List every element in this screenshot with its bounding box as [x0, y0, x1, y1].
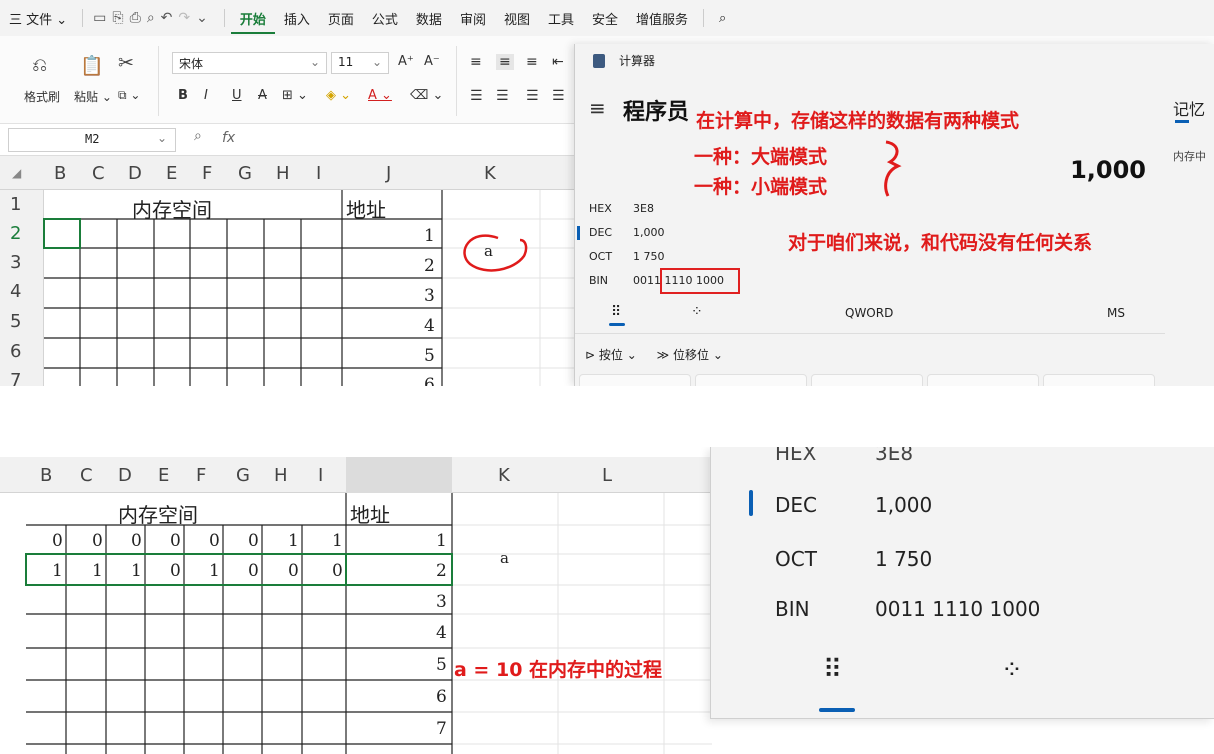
bit-cell[interactable]: 1: [332, 531, 343, 551]
tab-security[interactable]: 安全: [583, 9, 627, 28]
bit-cell[interactable]: 0: [248, 531, 259, 551]
bit-cell[interactable]: 1: [288, 531, 299, 551]
address-cell[interactable]: 3: [424, 286, 435, 306]
calculator-keypad-tabs: ⠿ ⁘ QWORD MS: [575, 302, 1165, 334]
memory-space-header: 内存空间: [132, 198, 212, 222]
bit-cell[interactable]: 1: [131, 561, 142, 581]
bit-cell[interactable]: 0: [92, 531, 103, 551]
address-cell[interactable]: 6: [424, 375, 435, 386]
binary-highlight-box: [660, 268, 740, 294]
radix-bin-value: 0011 1110 1000: [875, 597, 1041, 621]
search-icon[interactable]: ⌕: [710, 11, 735, 26]
bit-cell[interactable]: 0: [248, 561, 259, 581]
memory-empty-label: 内存中: [1173, 150, 1206, 163]
bit-toggle-icon[interactable]: ⁘: [1001, 655, 1023, 685]
bit-cell[interactable]: 1: [52, 561, 63, 581]
address-header: 地址: [346, 198, 386, 222]
red-brace-annotation: [884, 140, 902, 197]
address-cell[interactable]: 6: [436, 687, 447, 707]
radix-bin-label[interactable]: BIN: [775, 597, 810, 621]
radix-dec[interactable]: DEC 1,000: [589, 226, 665, 239]
tab-value-added[interactable]: 增值服务: [627, 9, 697, 28]
variable-cell[interactable]: a: [500, 549, 509, 567]
address-cell[interactable]: 1: [424, 226, 435, 246]
full-keypad-icon[interactable]: ⠿: [823, 655, 842, 685]
calculator-key[interactable]: [695, 374, 807, 386]
radix-hex[interactable]: HEX 3E8: [589, 202, 654, 215]
annotation-a-equals-10: a = 10 在内存中的过程: [454, 659, 663, 681]
red-circle-annotation: [463, 234, 528, 272]
radix-oct[interactable]: OCT 1 750: [589, 250, 665, 263]
address-cell[interactable]: 1: [436, 531, 447, 551]
keypad-tab-indicator: [609, 323, 625, 326]
sheet-grid: [25, 457, 712, 754]
address-cell[interactable]: 5: [424, 346, 435, 366]
address-header: 地址: [350, 503, 390, 527]
bitwise-button[interactable]: ⊳ 按位 ⌄: [585, 348, 637, 362]
radix-hex-label[interactable]: HEX: [775, 447, 816, 465]
bitshift-button[interactable]: ≫ 位移位 ⌄: [657, 348, 723, 362]
calculator-key[interactable]: [927, 374, 1039, 386]
full-keypad-icon[interactable]: ⠿: [611, 304, 621, 320]
bit-cell[interactable]: 0: [209, 531, 220, 551]
memory-store-button[interactable]: MS: [1107, 306, 1125, 320]
radix-oct-label[interactable]: OCT: [775, 547, 817, 571]
calculator-key[interactable]: [1043, 374, 1155, 386]
calculator-title: 计算器: [619, 54, 656, 68]
selected-column-header: [346, 457, 452, 493]
calculator-key[interactable]: [811, 374, 923, 386]
bit-cell[interactable]: 0: [52, 531, 63, 551]
address-cell[interactable]: 2: [436, 561, 447, 581]
active-cell[interactable]: [43, 218, 81, 249]
radix-dec-label[interactable]: DEC: [775, 493, 817, 517]
annotation-big-endian: 一种：大端模式: [694, 146, 828, 168]
bit-cell[interactable]: 0: [170, 531, 181, 551]
bit-toggle-icon[interactable]: ⁘: [691, 304, 703, 320]
memory-tab[interactable]: 记忆: [1173, 96, 1205, 120]
menu-separator: [703, 9, 705, 27]
bit-cell[interactable]: 0: [288, 561, 299, 581]
calculator-mode: 程序员: [623, 100, 690, 125]
calculator-window: 计算器 ≡ 程序员 记忆 内存中 1,000 HEX 3E8 DEC 1,000 O…: [574, 44, 1214, 386]
radix-oct-value: 1 750: [875, 547, 933, 571]
bit-cell[interactable]: 1: [209, 561, 220, 581]
annotation-two-modes: 在计算中，存储这样的数据有两种模式: [696, 110, 1020, 132]
top-screenshot: 三 文件 ⌄ ▭ ⎘ ⎙ ⌕ ↶ ↷ ⌄ 开始 插入 页面 公式 数据 审阅 视…: [0, 0, 1214, 386]
radix-hex-value: 3E8: [875, 447, 914, 465]
calculator-app-icon: [593, 54, 605, 68]
address-cell[interactable]: 5: [436, 655, 447, 675]
annotation-no-code-relation: 对于咱们来说，和代码没有任何关系: [788, 232, 1093, 254]
memory-space-header: 内存空间: [118, 503, 198, 527]
keypad-tab-indicator: [819, 708, 855, 712]
address-cell[interactable]: 4: [424, 316, 435, 336]
address-cell[interactable]: 7: [436, 719, 447, 739]
radix-selected-indicator: [577, 226, 580, 240]
variable-cell[interactable]: a: [484, 242, 493, 260]
bit-cell[interactable]: 0: [131, 531, 142, 551]
address-cell[interactable]: 3: [436, 592, 447, 612]
calculator-key[interactable]: [579, 374, 691, 386]
memory-tab-indicator: [1175, 120, 1189, 123]
bit-cell[interactable]: 0: [170, 561, 181, 581]
bit-cell[interactable]: 1: [92, 561, 103, 581]
bit-cell[interactable]: 0: [332, 561, 343, 581]
bitwise-toolbar: ⊳ 按位 ⌄ ≫ 位移位 ⌄: [585, 346, 723, 363]
radix-selected-indicator: [749, 490, 753, 516]
address-cell[interactable]: 2: [424, 256, 435, 276]
radix-dec-value: 1,000: [875, 493, 933, 517]
annotation-little-endian: 一种：小端模式: [694, 176, 828, 198]
bottom-screenshot: B C D E F G H I J K L: [0, 447, 1214, 754]
word-size-button[interactable]: QWORD: [845, 306, 893, 320]
sheet-grid: [43, 190, 574, 386]
calculator-display: 1,000: [1070, 156, 1146, 184]
hamburger-menu-icon[interactable]: ≡: [589, 96, 606, 120]
calculator-zoom-panel: HEX 3E8 DEC 1,000 OCT 1 750 BIN 0011 111…: [710, 447, 1214, 719]
address-cell[interactable]: 4: [436, 623, 447, 643]
